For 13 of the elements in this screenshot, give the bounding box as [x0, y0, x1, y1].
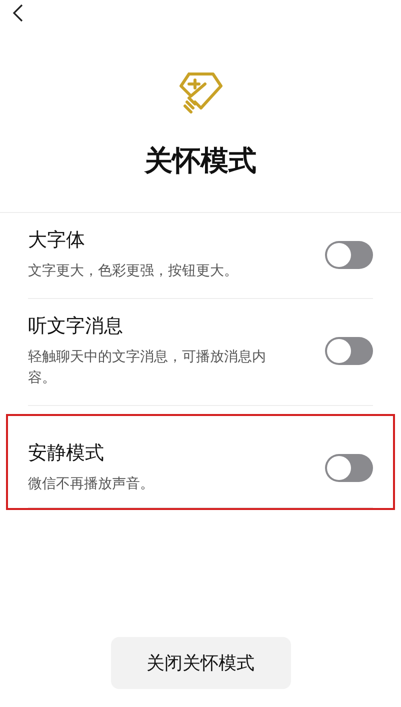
toggle-switch[interactable] — [325, 337, 373, 365]
setting-label: 安静模式 — [28, 441, 105, 466]
setting-label: 大字体 — [28, 228, 86, 253]
setting-label: 听文字消息 — [28, 314, 124, 339]
page-title: 关怀模式 — [144, 143, 256, 179]
setting-description: 文字更大，色彩更强，按钮更大。 — [28, 262, 239, 281]
close-button[interactable]: 关闭关怀模式 — [110, 637, 290, 689]
toggle-switch[interactable] — [325, 454, 373, 482]
back-icon[interactable] — [12, 4, 24, 22]
handshake-icon — [176, 70, 224, 114]
setting-description: 轻触聊天中的文字消息，可播放消息内容。 — [28, 348, 267, 388]
toggle-switch[interactable] — [325, 240, 373, 268]
setting-description: 微信不再播放声音。 — [28, 475, 155, 494]
